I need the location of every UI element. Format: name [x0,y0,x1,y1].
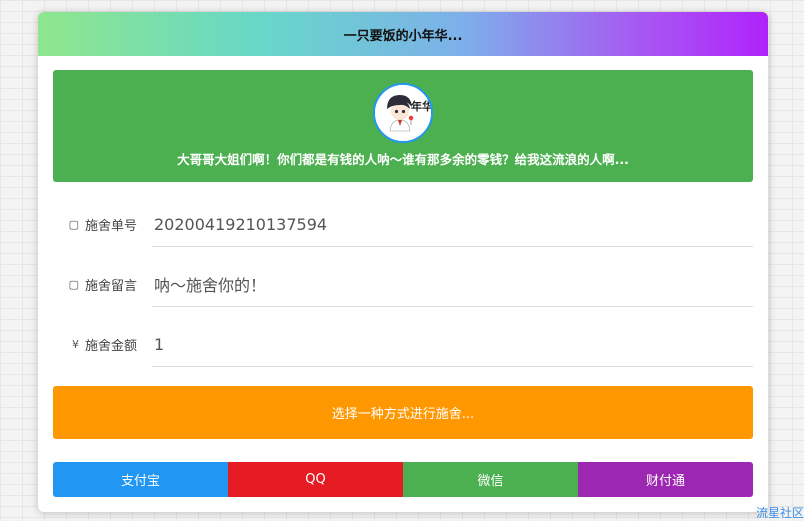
avatar-calligraphy: 年华 [411,99,431,113]
message-input[interactable] [152,262,753,307]
tenpay-button[interactable]: 财付通 [578,462,753,497]
amount-input[interactable] [152,322,753,367]
order-number-label: 施舍单号 [84,219,137,234]
order-number-field: ▢ 施舍单号 [53,202,753,247]
watermark: 流星社区 [755,506,804,520]
amount-label: 施舍金额 [84,339,137,354]
order-number-input[interactable] [152,202,753,247]
order-icon: ▢ [68,218,79,231]
message-banner: 年华 大哥哥大姐们啊！你们都是有钱的人呐～谁有那多余的零钱？给我这流浪的人啊..… [53,70,753,182]
wechat-pay-button[interactable]: 微信 [403,462,578,497]
payment-method-row: 支付宝 QQ 微信 财付通 [53,462,753,497]
avatar: 年华 [373,83,433,143]
yen-icon: ¥ [71,338,79,351]
message-label: 施舍留言 [84,279,137,294]
message-label-wrap: ▢ 施舍留言 [53,262,137,307]
amount-field: ¥ 施舍金额 [53,322,753,367]
header-bar: 一只要饭的小年华... [38,12,768,56]
choose-method-banner: 选择一种方式进行施舍... [53,386,753,439]
qq-pay-button[interactable]: QQ [228,462,403,497]
page-title: 一只要饭的小年华... [343,28,463,44]
message-icon: ▢ [68,278,79,291]
banner-message: 大哥哥大姐们啊！你们都是有钱的人呐～谁有那多余的零钱？给我这流浪的人啊... [177,152,629,167]
anime-boy-avatar-icon: 年华 [375,85,431,141]
message-field: ▢ 施舍留言 [53,262,753,307]
alipay-button[interactable]: 支付宝 [53,462,228,497]
amount-label-wrap: ¥ 施舍金额 [53,322,137,367]
order-number-label-wrap: ▢ 施舍单号 [53,202,137,247]
donation-card: 一只要饭的小年华... 年华 大哥哥大姐们啊！你们都是有钱的人呐～谁有那多余的零… [38,12,768,512]
